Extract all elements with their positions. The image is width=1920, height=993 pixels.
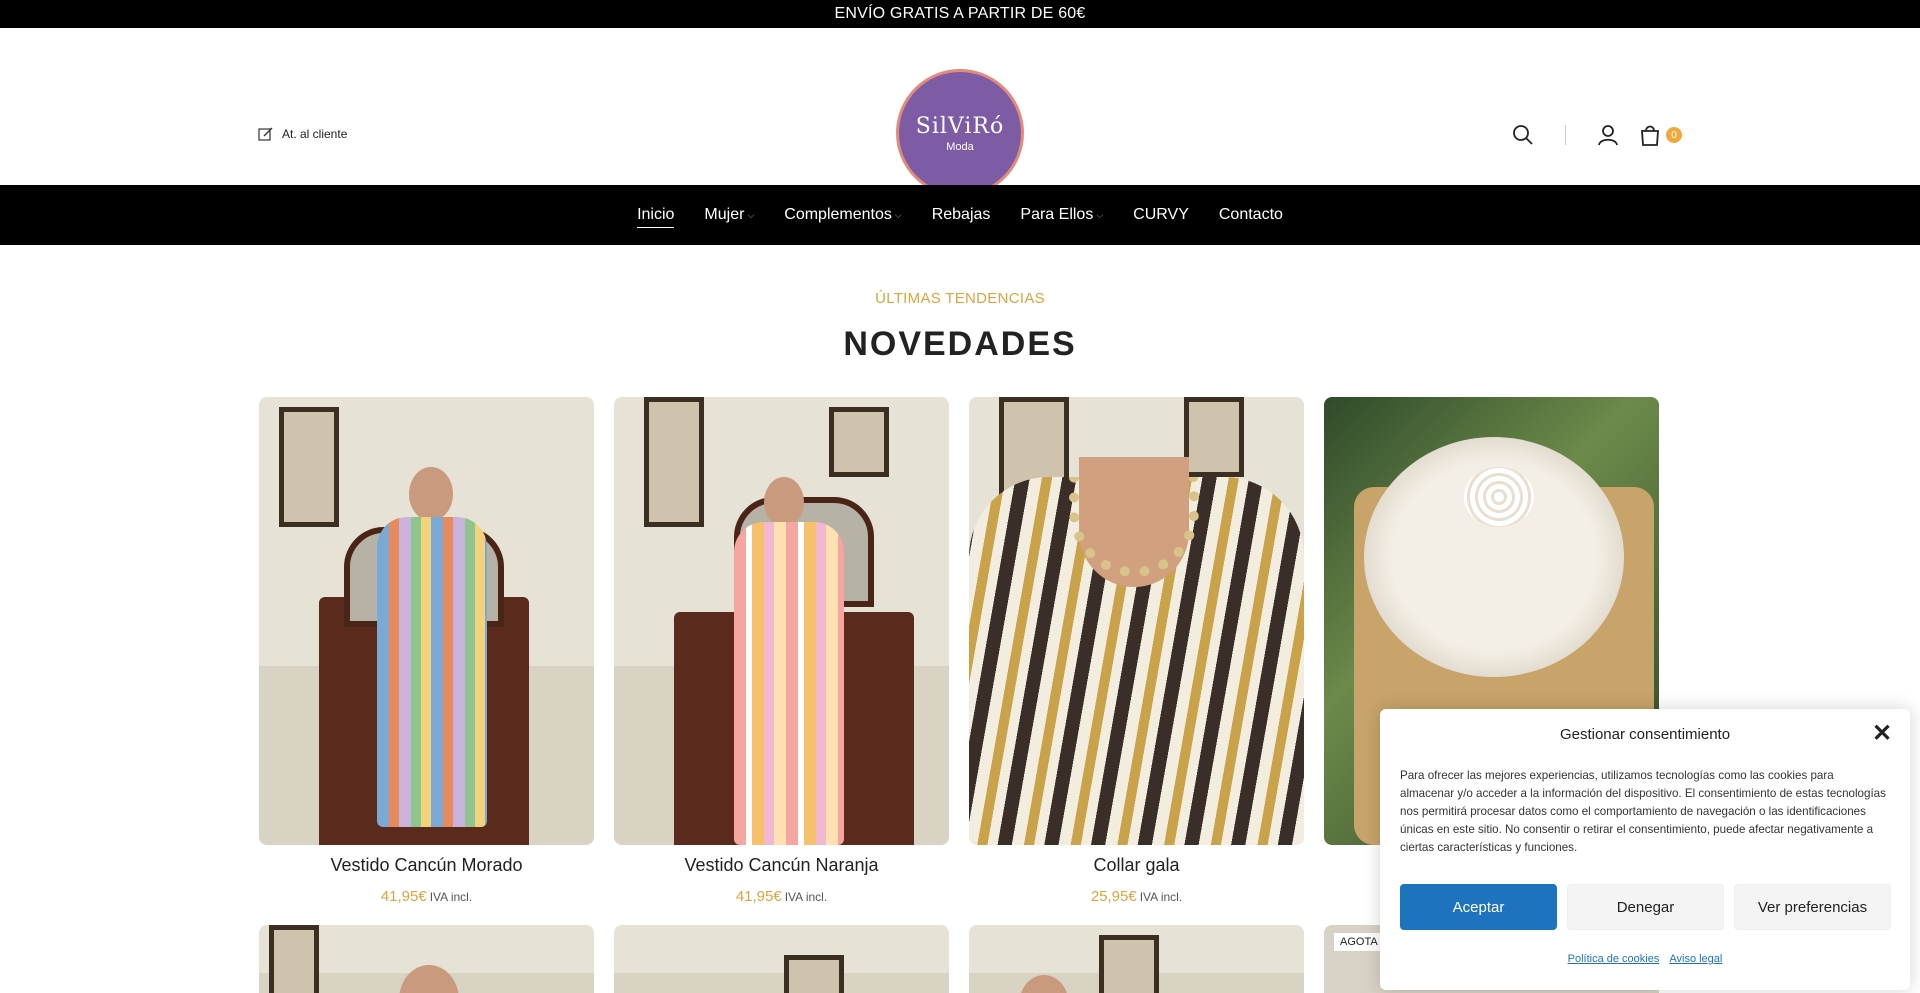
- nav-label: Para Ellos: [1020, 206, 1094, 223]
- vat-label: IVA incl.: [429, 890, 473, 904]
- product-card[interactable]: Vestido Cancún Morado 41,95€ IVA incl.: [259, 397, 594, 905]
- chevron-down-icon: ⌵: [747, 209, 755, 220]
- product-name[interactable]: Vestido Cancún Naranja: [614, 855, 949, 876]
- consent-title: Gestionar consentimiento: [1559, 726, 1731, 743]
- logo-sub-text: Moda: [946, 140, 974, 153]
- customer-service-label: At. al cliente: [282, 127, 348, 141]
- search-icon[interactable]: [1511, 123, 1535, 147]
- product-card[interactable]: Vestido Cancún Naranja 41,95€ IVA incl.: [614, 397, 949, 905]
- product-image[interactable]: [614, 925, 949, 993]
- site-header: At. al cliente SilViRó Moda 0: [0, 28, 1920, 197]
- nav-item-rebajas[interactable]: Rebajas: [932, 206, 991, 224]
- nav-label: Mujer: [704, 206, 745, 223]
- deny-button[interactable]: Denegar: [1567, 884, 1724, 930]
- header-actions: 0: [1511, 123, 1682, 147]
- close-icon[interactable]: ✕: [1872, 722, 1892, 746]
- product-price-row: 41,95€ IVA incl.: [614, 888, 949, 905]
- sold-out-badge: AGOTA: [1334, 933, 1384, 951]
- nav-item-para-ellos[interactable]: Para Ellos ⌵: [1020, 206, 1103, 224]
- product-price: 25,95€: [1090, 888, 1137, 905]
- nav-label: Complementos: [784, 206, 892, 223]
- cookie-consent-dialog: Gestionar consentimiento ✕ Para ofrecer …: [1380, 709, 1910, 990]
- cookie-policy-link[interactable]: Política de cookies: [1568, 953, 1660, 965]
- nav-label: Contacto: [1218, 206, 1283, 223]
- consent-buttons: Aceptar Denegar Ver preferencias: [1400, 884, 1891, 930]
- nav-label: Rebajas: [931, 206, 991, 223]
- product-image[interactable]: [969, 397, 1304, 845]
- section-title: NOVEDADES: [843, 325, 1077, 363]
- product-name[interactable]: Collar gala: [969, 855, 1304, 876]
- product-image[interactable]: [259, 925, 594, 993]
- product-price-row: 25,95€ IVA incl.: [969, 888, 1304, 905]
- consent-text: Para ofrecer las mejores experiencias, u…: [1400, 769, 1886, 854]
- product-image[interactable]: [259, 397, 594, 845]
- nav-item-contacto[interactable]: Contacto: [1219, 206, 1283, 224]
- nav-item-complementos[interactable]: Complementos ⌵: [784, 206, 901, 224]
- vat-label: IVA incl.: [784, 890, 828, 904]
- product-price: 41,95€: [380, 888, 427, 905]
- nav-label: Inicio: [637, 206, 675, 223]
- consent-links: Política de cookies Aviso legal: [1380, 953, 1910, 965]
- nav-item-mujer[interactable]: Mujer ⌵: [704, 206, 754, 224]
- promo-text: ENVÍO GRATIS A PARTIR DE 60€: [834, 5, 1086, 22]
- promo-bar: ENVÍO GRATIS A PARTIR DE 60€: [0, 0, 1920, 28]
- divider: [1565, 125, 1566, 145]
- accept-button[interactable]: Aceptar: [1400, 884, 1557, 930]
- vat-label: IVA incl.: [1139, 890, 1183, 904]
- product-price: 41,95€: [735, 888, 782, 905]
- cart-icon[interactable]: 0: [1638, 123, 1682, 147]
- main-navigation: Inicio Mujer ⌵ Complementos ⌵ Rebajas Para…: [0, 185, 1920, 245]
- legal-notice-link[interactable]: Aviso legal: [1669, 953, 1722, 965]
- product-card[interactable]: Collar gala 25,95€ IVA incl.: [969, 397, 1304, 905]
- product-price-row: 41,95€ IVA incl.: [259, 888, 594, 905]
- nav-item-curvy[interactable]: CURVY: [1133, 206, 1189, 224]
- nav-item-inicio[interactable]: Inicio: [637, 206, 675, 228]
- account-icon[interactable]: [1596, 123, 1620, 147]
- product-name[interactable]: Vestido Cancún Morado: [259, 855, 594, 876]
- cart-count-badge: 0: [1666, 127, 1682, 143]
- section-subtitle: ÚLTIMAS TENDENCIAS: [875, 290, 1045, 307]
- preferences-button[interactable]: Ver preferencias: [1734, 884, 1891, 930]
- site-logo[interactable]: SilViRó Moda: [896, 69, 1024, 197]
- customer-service-link[interactable]: At. al cliente: [258, 126, 347, 142]
- edit-note-icon: [258, 127, 273, 141]
- nav-label: CURVY: [1133, 206, 1189, 223]
- chevron-down-icon: ⌵: [1096, 209, 1104, 220]
- chevron-down-icon: ⌵: [894, 209, 902, 220]
- product-image[interactable]: [969, 925, 1304, 993]
- logo-main-text: SilViRó: [915, 113, 1005, 139]
- product-image[interactable]: [614, 397, 949, 845]
